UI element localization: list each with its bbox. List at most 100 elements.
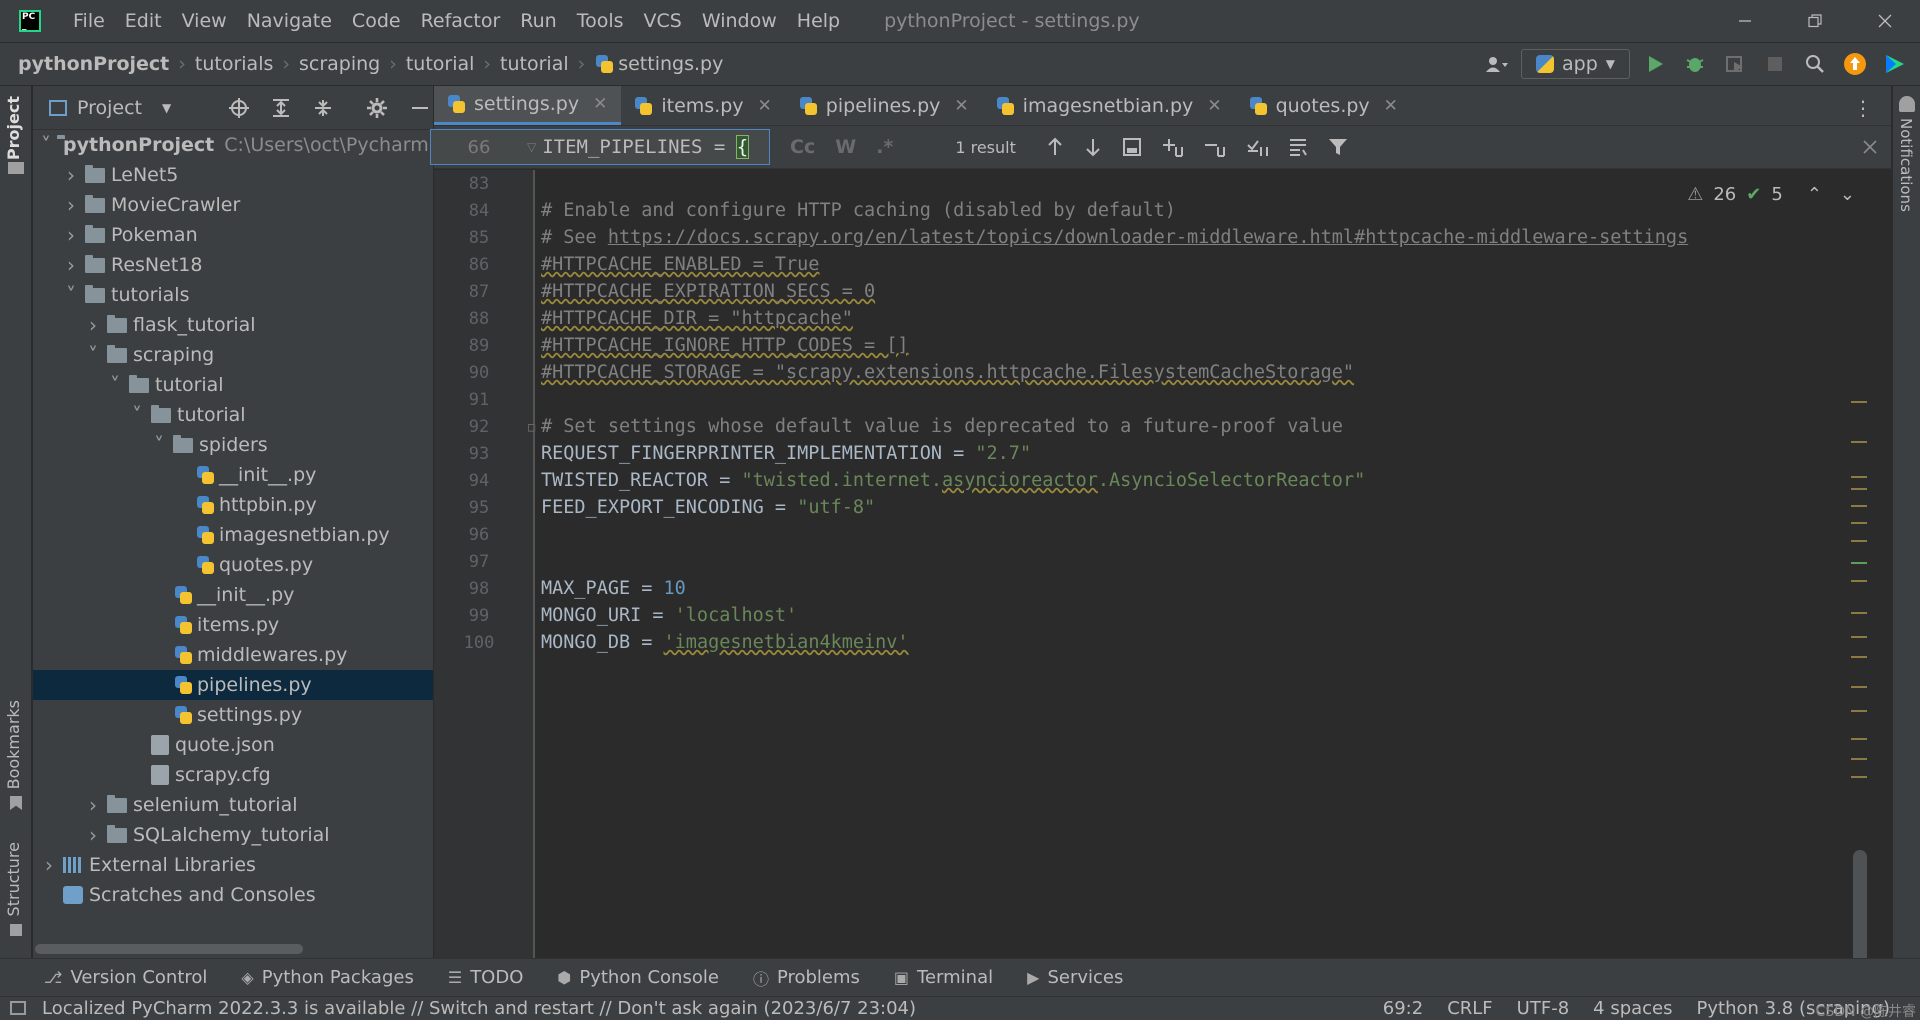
add-occurrence-icon[interactable]	[1162, 137, 1184, 157]
chevron-down-icon[interactable]: ˅	[151, 433, 167, 457]
tree-file[interactable]: quote.json	[33, 730, 433, 760]
status-panel-toggle-icon[interactable]	[10, 1001, 26, 1015]
editor-tab[interactable]: quotes.py ✕	[1236, 86, 1412, 125]
chevron-right-icon[interactable]: ›	[41, 853, 57, 877]
notifications-tool-tab[interactable]: Notifications	[1897, 118, 1915, 212]
select-all-occurrences-icon[interactable]	[1246, 137, 1268, 157]
editor-tab[interactable]: imagesnetbian.py ✕	[983, 86, 1236, 125]
previous-occurrence-icon[interactable]	[1046, 137, 1064, 157]
menu-view[interactable]: View	[172, 10, 237, 32]
warning-stripe-mark[interactable]	[1851, 505, 1867, 507]
tree-folder[interactable]: ˅ spiders	[33, 430, 433, 460]
line-separator[interactable]: CRLF	[1447, 998, 1492, 1019]
chevron-right-icon[interactable]: ›	[63, 223, 79, 247]
tree-folder[interactable]: ˅ tutorials	[33, 280, 433, 310]
match-case-toggle[interactable]: Cc	[790, 136, 815, 158]
tree-file[interactable]: settings.py	[33, 700, 433, 730]
warning-stripe-mark[interactable]	[1851, 580, 1867, 582]
tree-folder[interactable]: ˅ tutorial	[33, 400, 433, 430]
menu-navigate[interactable]: Navigate	[237, 10, 342, 32]
editor-tab[interactable]: settings.py ✕	[434, 86, 622, 125]
warning-stripe-mark[interactable]	[1851, 776, 1867, 778]
stop-icon[interactable]	[1760, 49, 1790, 79]
project-tool-tab[interactable]: Project	[4, 96, 23, 160]
debug-icon[interactable]	[1680, 49, 1710, 79]
menu-run[interactable]: Run	[510, 10, 566, 32]
tool-window-todo[interactable]: ☰ TODO	[448, 967, 524, 988]
file-encoding[interactable]: UTF-8	[1517, 998, 1569, 1019]
tree-folder[interactable]: › SQLalchemy_tutorial	[33, 820, 433, 850]
tree-folder[interactable]: › Pokeman	[33, 220, 433, 250]
warning-stripe-mark[interactable]	[1851, 612, 1867, 614]
status-message[interactable]: Localized PyCharm 2022.3.3 is available …	[42, 998, 916, 1019]
tree-file[interactable]: middlewares.py	[33, 640, 433, 670]
tool-window-version-control[interactable]: ⎇ Version Control	[44, 967, 207, 988]
close-window-button[interactable]	[1850, 0, 1920, 42]
tree-file[interactable]: pipelines.py	[33, 670, 433, 700]
chevron-down-icon[interactable]: ˅	[107, 373, 123, 397]
structure-tool-tab[interactable]: Structure	[4, 842, 23, 916]
tool-window-services[interactable]: ▶ Services	[1027, 967, 1123, 988]
regex-toggle[interactable]: .*	[876, 136, 893, 158]
hide-panel-icon[interactable]	[411, 99, 429, 117]
tree-folder[interactable]: ˅ scraping	[33, 340, 433, 370]
tree-file[interactable]: › External Libraries	[33, 850, 433, 880]
breadcrumb-item[interactable]: tutorial	[406, 53, 475, 75]
more-tabs-icon[interactable]: ⋮	[1853, 96, 1873, 120]
close-find-icon[interactable]	[1863, 140, 1877, 154]
user-icon[interactable]	[1481, 49, 1511, 79]
chevron-down-icon[interactable]: ˅	[63, 283, 79, 307]
collapse-all-icon[interactable]	[313, 98, 333, 118]
warning-stripe-mark[interactable]	[1851, 738, 1867, 740]
close-tab-icon[interactable]: ✕	[758, 96, 772, 116]
chevron-down-icon[interactable]: ˅	[129, 403, 145, 427]
tree-folder[interactable]: ˅ tutorial	[33, 370, 433, 400]
run-configuration-select[interactable]: app ▼	[1521, 49, 1630, 79]
expand-all-icon[interactable]	[271, 98, 291, 118]
tree-file[interactable]: __init__.py	[33, 580, 433, 610]
locate-file-icon[interactable]	[229, 97, 250, 118]
menu-code[interactable]: Code	[342, 10, 411, 32]
tree-file[interactable]: scrapy.cfg	[33, 760, 433, 790]
remove-occurrence-icon[interactable]	[1204, 137, 1226, 157]
chevron-down-icon[interactable]: ▼	[162, 101, 171, 115]
close-tab-icon[interactable]: ✕	[1384, 96, 1398, 116]
tree-file[interactable]: httpbin.py	[33, 490, 433, 520]
open-in-window-icon[interactable]	[1122, 137, 1142, 157]
next-occurrence-icon[interactable]	[1084, 137, 1102, 157]
inspection-widget[interactable]: ⚠ 26 ✔ 5 ⌃ ⌄	[1687, 184, 1855, 205]
menu-file[interactable]: File	[63, 10, 115, 32]
tree-folder[interactable]: ˅ pythonProject C:\Users\oct\PycharmP	[33, 130, 440, 160]
caret-position[interactable]: 69:2	[1383, 998, 1423, 1019]
tree-file[interactable]: quotes.py	[33, 550, 433, 580]
tool-window-problems[interactable]: ⓘ Problems	[753, 966, 860, 990]
chevron-right-icon[interactable]: ›	[85, 793, 101, 817]
breadcrumb-item[interactable]: scraping	[299, 53, 380, 75]
project-panel-title[interactable]: Project	[77, 97, 142, 119]
tree-folder[interactable]: › MovieCrawler	[33, 190, 433, 220]
warning-stripe-mark[interactable]	[1851, 488, 1867, 490]
code-with-me-icon[interactable]	[1880, 49, 1910, 79]
tree-file[interactable]: items.py	[33, 610, 433, 640]
filter-icon[interactable]	[1328, 137, 1348, 157]
tree-file[interactable]: imagesnetbian.py	[33, 520, 433, 550]
tree-folder[interactable]: › LeNet5	[33, 160, 433, 190]
chevron-right-icon[interactable]: ›	[63, 253, 79, 277]
tree-folder[interactable]: › flask_tutorial	[33, 310, 433, 340]
breadcrumb-item[interactable]: tutorials	[195, 53, 273, 75]
menu-refactor[interactable]: Refactor	[411, 10, 511, 32]
tool-window-terminal[interactable]: ▣ Terminal	[894, 967, 993, 988]
warning-stripe-mark[interactable]	[1851, 522, 1867, 524]
whole-words-toggle[interactable]: W	[835, 136, 856, 158]
menu-help[interactable]: Help	[787, 10, 850, 32]
code-area[interactable]: 83 84 # Enable and configure HTTP caching …	[434, 170, 1891, 958]
minimize-button[interactable]	[1710, 0, 1780, 42]
chevron-right-icon[interactable]: ›	[85, 823, 101, 847]
tree-folder[interactable]: › selenium_tutorial	[33, 790, 433, 820]
warning-stripe-mark[interactable]	[1851, 441, 1867, 443]
breadcrumb-item[interactable]: pythonProject	[18, 53, 169, 75]
run-icon[interactable]	[1640, 49, 1670, 79]
warning-stripe-mark[interactable]	[1851, 686, 1867, 688]
editor-tab[interactable]: items.py ✕	[621, 86, 785, 125]
info-stripe-mark[interactable]	[1851, 562, 1867, 564]
